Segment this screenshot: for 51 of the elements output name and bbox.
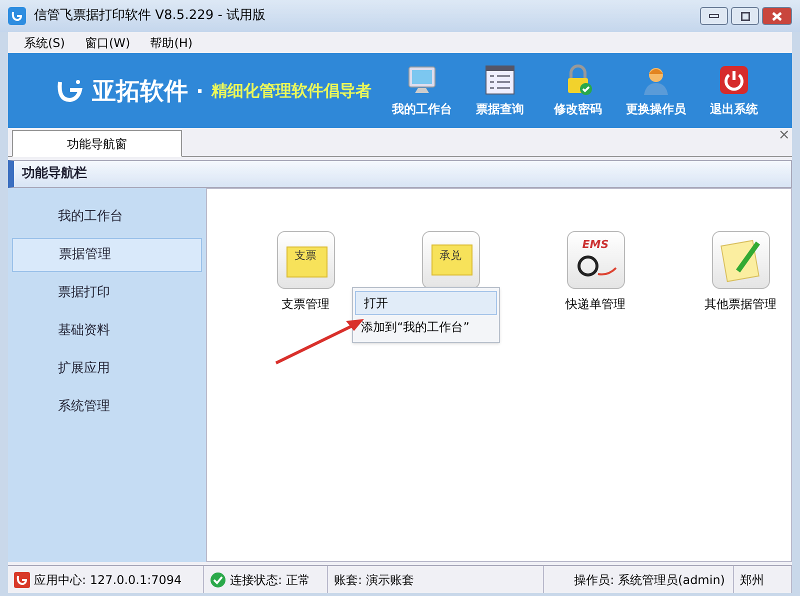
window-title: 信管飞票据打印软件 V8.5.229 - 试用版 xyxy=(34,7,267,26)
tile-label: 其他票据管理 xyxy=(704,296,776,313)
status-text: 郑州 xyxy=(740,572,764,588)
icon-text: 支票 xyxy=(294,248,316,264)
maximize-button[interactable] xyxy=(731,7,759,25)
list-icon xyxy=(484,64,516,96)
app-logo-icon xyxy=(14,572,30,588)
status-text: 操作员: 系统管理员(admin) xyxy=(574,572,725,588)
tile-button[interactable]: 承兑 xyxy=(422,231,480,289)
nav-item[interactable]: 扩展应用 xyxy=(12,352,202,386)
maximize-icon xyxy=(740,12,750,20)
toolbar-button[interactable]: 更换操作员 xyxy=(618,56,694,126)
nav-item[interactable]: 基础资料 xyxy=(12,314,202,348)
nav-item[interactable]: 票据打印 xyxy=(12,276,202,310)
toolbar-button[interactable]: 票据查询 xyxy=(462,56,538,126)
status-text: 连接状态: 正常 xyxy=(230,572,310,588)
nav-item[interactable]: 系统管理 xyxy=(12,390,202,424)
close-icon xyxy=(772,12,782,20)
monitor-icon xyxy=(406,64,438,96)
close-tab-button[interactable]: × xyxy=(778,128,790,142)
status-text: 应用中心: 127.0.0.1:7094 xyxy=(34,572,182,588)
tile-label: 支票管理 xyxy=(282,296,330,313)
minimize-icon xyxy=(709,14,719,18)
app-logo-icon xyxy=(8,7,26,25)
tab[interactable]: 功能导航窗 xyxy=(12,130,182,157)
nav-item[interactable]: 票据管理 xyxy=(12,238,202,272)
icon-text: 承兑 xyxy=(440,248,462,264)
brand-name: 亚拓软件 xyxy=(92,76,188,106)
toolbar-button[interactable]: 我的工作台 xyxy=(384,56,460,126)
check-icon xyxy=(210,572,226,588)
brand-slogan: 精细化管理软件倡导者 xyxy=(212,80,372,102)
tile-button[interactable]: 支票 xyxy=(276,231,334,289)
nav-item[interactable]: 我的工作台 xyxy=(12,200,202,234)
toolbar-button[interactable]: 修改密码 xyxy=(540,56,616,126)
tile-button[interactable]: EMS xyxy=(566,231,624,289)
menu-item[interactable]: 帮助(H) xyxy=(150,34,193,52)
nav-header: 功能导航栏 xyxy=(8,160,792,188)
toolbar-button[interactable]: 退出系统 xyxy=(696,56,772,126)
close-button[interactable] xyxy=(762,7,792,25)
menu-item[interactable]: 系统(S) xyxy=(24,34,65,52)
menu-item[interactable]: 窗口(W) xyxy=(84,34,130,52)
power-icon xyxy=(718,64,750,96)
context-menu-item[interactable]: 打开 xyxy=(355,291,497,315)
icon-text: EMS xyxy=(582,236,609,253)
status-text: 账套: 演示账套 xyxy=(334,572,414,588)
tile-button[interactable] xyxy=(712,231,770,289)
minimize-button[interactable] xyxy=(700,7,728,25)
context-menu-item[interactable]: 添加到“我的工作台” xyxy=(353,315,499,339)
brand-separator: · xyxy=(196,78,204,104)
brand-logo-icon xyxy=(56,78,84,104)
tile-label: 快递单管理 xyxy=(566,296,626,313)
